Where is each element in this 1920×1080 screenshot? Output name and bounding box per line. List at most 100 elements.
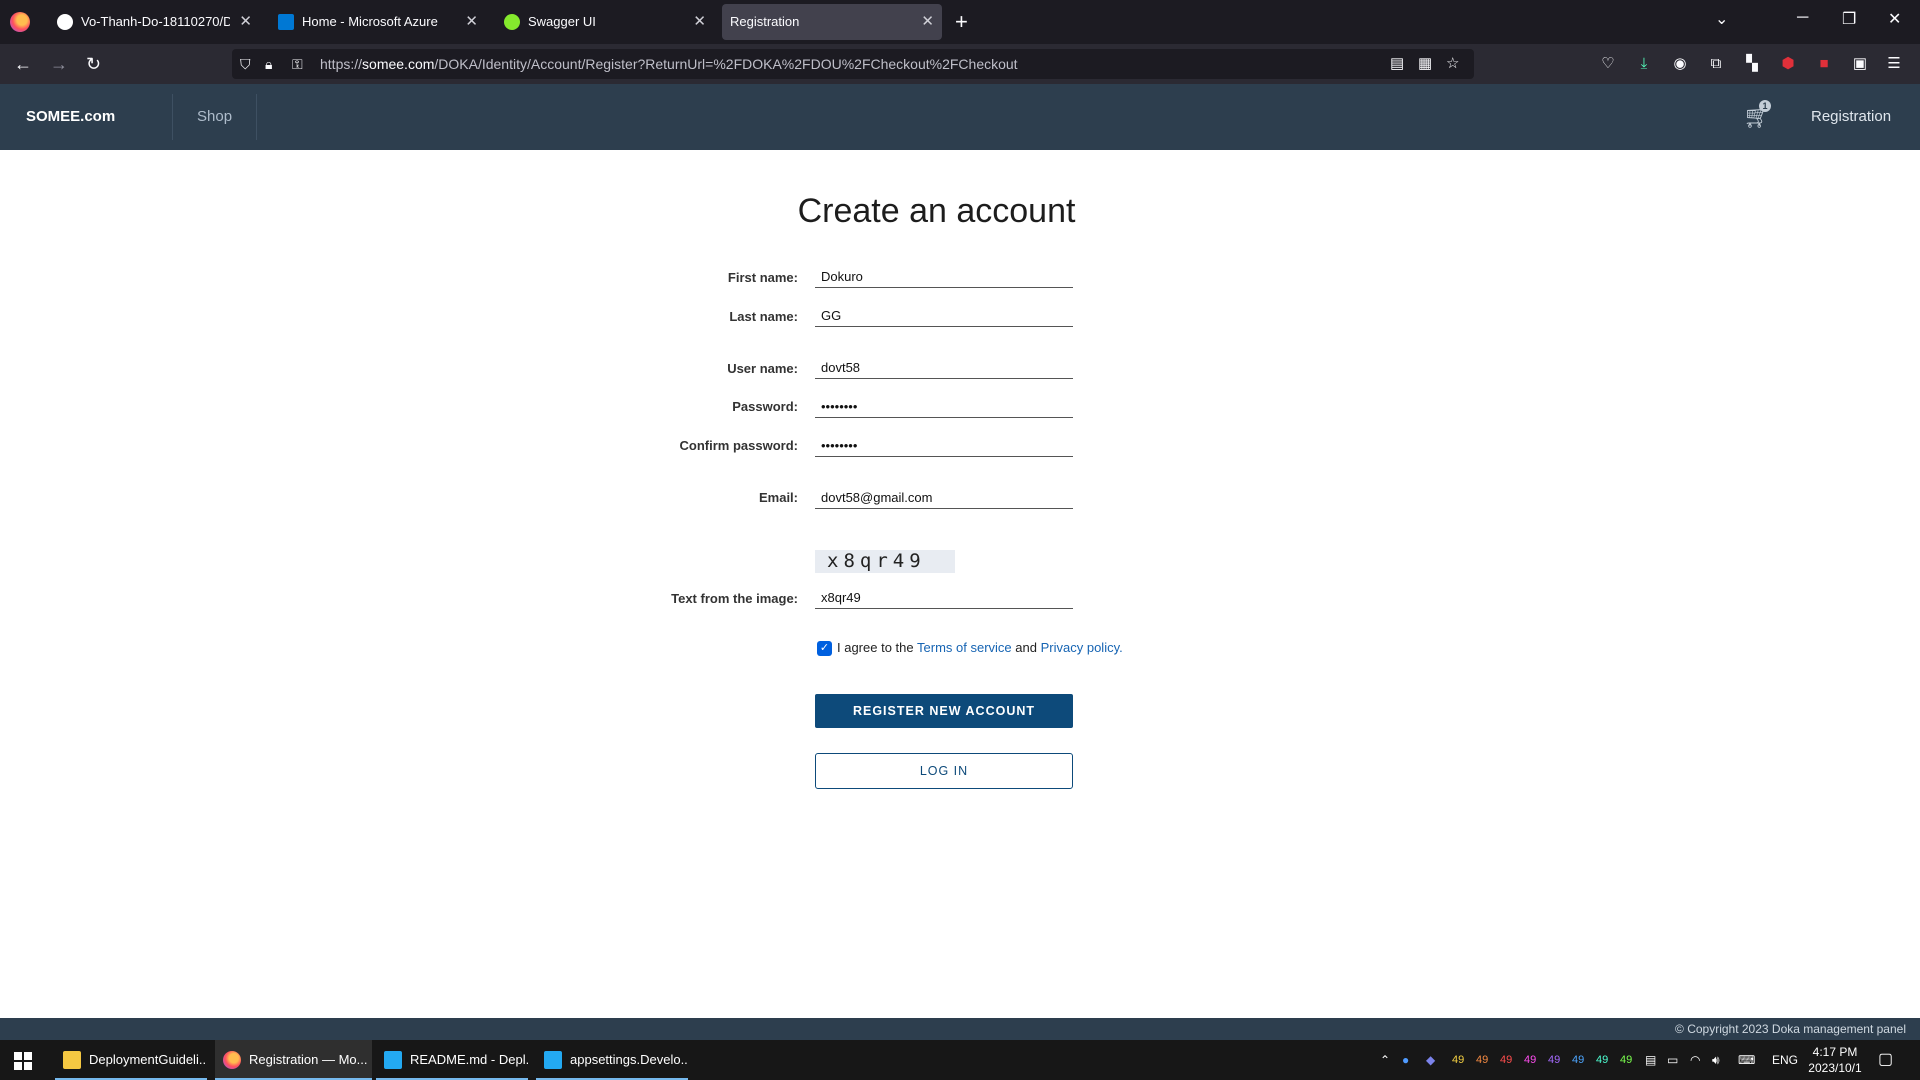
tab-github[interactable]: Vo-Thanh-Do-18110270/Deploy ✕ (45, 4, 260, 40)
forward-icon[interactable]: → (50, 52, 68, 76)
taskbar-app-label: Registration — Mo... (249, 1052, 368, 1067)
vscode-icon (384, 1051, 402, 1069)
tab-label: Swagger UI (528, 14, 596, 29)
ublock-icon[interactable]: ⬢ (1778, 54, 1798, 74)
login-button[interactable]: LOG IN (815, 753, 1073, 789)
language-indicator[interactable]: ENG (1772, 1040, 1798, 1080)
tray-monitor-value[interactable]: 49 (1476, 1040, 1488, 1080)
downloads-icon[interactable]: ⤓ (1634, 54, 1654, 74)
new-tab-button[interactable]: + (955, 8, 968, 36)
address-bar[interactable]: ⛉ 🔒︎ ⚿ https://somee.com/DOKA/Identity/A… (232, 49, 1474, 79)
notification-center-icon[interactable]: ▢ (1878, 1040, 1893, 1080)
qr-code-icon[interactable]: ▦ (1418, 54, 1432, 74)
shield-icon[interactable]: ⛉ (240, 54, 251, 74)
url-path: /DOKA/Identity/Account/Register?ReturnUr… (434, 56, 1018, 72)
clock-time: 4:17 PM (1812, 1045, 1858, 1059)
taskbar-app-vscode-appsettings[interactable]: appsettings.Develo... (536, 1040, 688, 1080)
tray-monitor-value[interactable]: 49 (1620, 1040, 1632, 1080)
teams-icon[interactable]: ◆ (1426, 1040, 1435, 1080)
minimize-icon[interactable]: ─ (1797, 9, 1808, 27)
first-name-field[interactable] (815, 266, 1073, 288)
nav-link-registration[interactable]: Registration (1811, 84, 1891, 150)
password-field[interactable] (815, 396, 1073, 418)
pocket-icon[interactable]: ♡ (1598, 54, 1618, 74)
nav-link-shop[interactable]: Shop (197, 84, 232, 150)
user-name-field[interactable] (815, 357, 1073, 379)
email-field[interactable] (815, 487, 1073, 509)
privacy-policy-link[interactable]: Privacy policy. (1041, 640, 1123, 655)
nav-divider (256, 94, 257, 140)
brand-logo[interactable]: SOMEE.com (26, 84, 115, 150)
firefox-menu-icon[interactable] (10, 12, 30, 32)
tab-label: Home - Microsoft Azure (302, 14, 438, 29)
captcha-field[interactable] (815, 587, 1073, 609)
taskbar-app-label: DeploymentGuideli... (89, 1052, 207, 1067)
bookmark-star-icon[interactable]: ☆ (1446, 54, 1459, 74)
cart-count-badge: 1 (1759, 100, 1771, 112)
tab-label: Registration (730, 14, 800, 29)
swagger-icon (504, 14, 520, 30)
system-clock[interactable]: 4:17 PM 2023/10/1 (1805, 1044, 1865, 1076)
confirm-password-label: Confirm password: (679, 438, 798, 453)
last-name-field[interactable] (815, 305, 1073, 327)
agree-checkbox[interactable]: ✓ (817, 641, 832, 656)
close-tab-icon[interactable]: ✕ (693, 4, 706, 40)
tray-monitor-value[interactable]: 49 (1596, 1040, 1608, 1080)
restore-icon[interactable]: ❐ (1842, 9, 1856, 29)
terms-of-service-link[interactable]: Terms of service (917, 640, 1012, 655)
agree-prefix: I agree to the (837, 640, 914, 655)
extensions-icon[interactable]: ⧉ (1706, 54, 1726, 74)
key-icon[interactable]: ⚿ (292, 54, 303, 74)
tab-azure[interactable]: Home - Microsoft Azure ✕ (266, 4, 486, 40)
tray-monitor-value[interactable]: 49 (1548, 1040, 1560, 1080)
tray-monitor-value[interactable]: 49 (1524, 1040, 1536, 1080)
agree-and: and (1015, 640, 1037, 655)
tray-monitor-value[interactable]: 49 (1452, 1040, 1464, 1080)
taskbar-app-firefox[interactable]: Registration — Mo... (215, 1040, 372, 1080)
tab-registration[interactable]: Registration ✕ (722, 4, 942, 40)
close-tab-icon[interactable]: ✕ (239, 4, 252, 40)
hamburger-menu-icon[interactable]: ☰ (1884, 54, 1904, 74)
azure-icon (278, 14, 294, 30)
password-label: Password: (732, 399, 798, 414)
tray-monitor-value[interactable]: 49 (1500, 1040, 1512, 1080)
captcha-image: x8qr49 (815, 550, 955, 573)
back-icon[interactable]: ← (14, 52, 32, 76)
email-label: Email: (758, 490, 798, 505)
taskbar-app-vscode-readme[interactable]: README.md - Depl... (376, 1040, 528, 1080)
password-manager-icon[interactable]: ■ (1814, 54, 1834, 74)
lock-icon[interactable]: 🔒︎ (265, 54, 272, 74)
notes-icon[interactable]: ▤ (1645, 1040, 1656, 1080)
tray-app-icon[interactable]: ● (1402, 1040, 1409, 1080)
tray-monitor-value[interactable]: 49 (1572, 1040, 1584, 1080)
last-name-label: Last name: (729, 309, 798, 324)
list-all-tabs-icon[interactable]: ⌄ (1715, 9, 1728, 29)
taskbar-app-label: appsettings.Develo... (570, 1052, 688, 1067)
confirm-password-field[interactable] (815, 435, 1073, 457)
translate-icon[interactable]: ▤ (1390, 54, 1404, 74)
site-header: SOMEE.com Shop 🛒︎ 1 Registration (0, 84, 1920, 150)
register-button[interactable]: REGISTER NEW ACCOUNT (815, 694, 1073, 728)
taskbar-app-file-explorer[interactable]: DeploymentGuideli... (55, 1040, 207, 1080)
battery-icon[interactable]: ▭ (1667, 1040, 1678, 1080)
page-title: Create an account (797, 192, 1076, 230)
url-text[interactable]: https://somee.com/DOKA/Identity/Account/… (320, 49, 1018, 79)
keyboard-icon[interactable]: ⌨ (1738, 1040, 1755, 1080)
windows-start-icon[interactable] (14, 1052, 32, 1070)
first-name-label: First name: (727, 270, 798, 285)
tab-swagger[interactable]: Swagger UI ✕ (492, 4, 714, 40)
github-icon (57, 14, 73, 30)
volume-icon[interactable]: 🔊︎ (1712, 1040, 1720, 1080)
apps-icon[interactable]: ▚ (1742, 54, 1762, 74)
reload-icon[interactable]: ↻ (86, 52, 101, 76)
account-icon[interactable]: ◉ (1670, 54, 1690, 74)
wifi-icon[interactable]: ◠ (1690, 1040, 1700, 1080)
close-tab-icon[interactable]: ✕ (921, 4, 934, 40)
close-tab-icon[interactable]: ✕ (465, 4, 478, 40)
show-hidden-icons-icon[interactable]: ⌃ (1380, 1040, 1390, 1080)
close-window-icon[interactable]: ✕ (1888, 9, 1901, 29)
download-helper-icon[interactable]: ▣ (1850, 54, 1870, 74)
cart-icon[interactable]: 🛒︎ 1 (1743, 100, 1771, 130)
clock-date: 2023/10/1 (1808, 1061, 1862, 1075)
browser-nav-bar: ← → ↻ ⛉ 🔒︎ ⚿ https://somee.com/DOKA/Iden… (0, 44, 1920, 84)
